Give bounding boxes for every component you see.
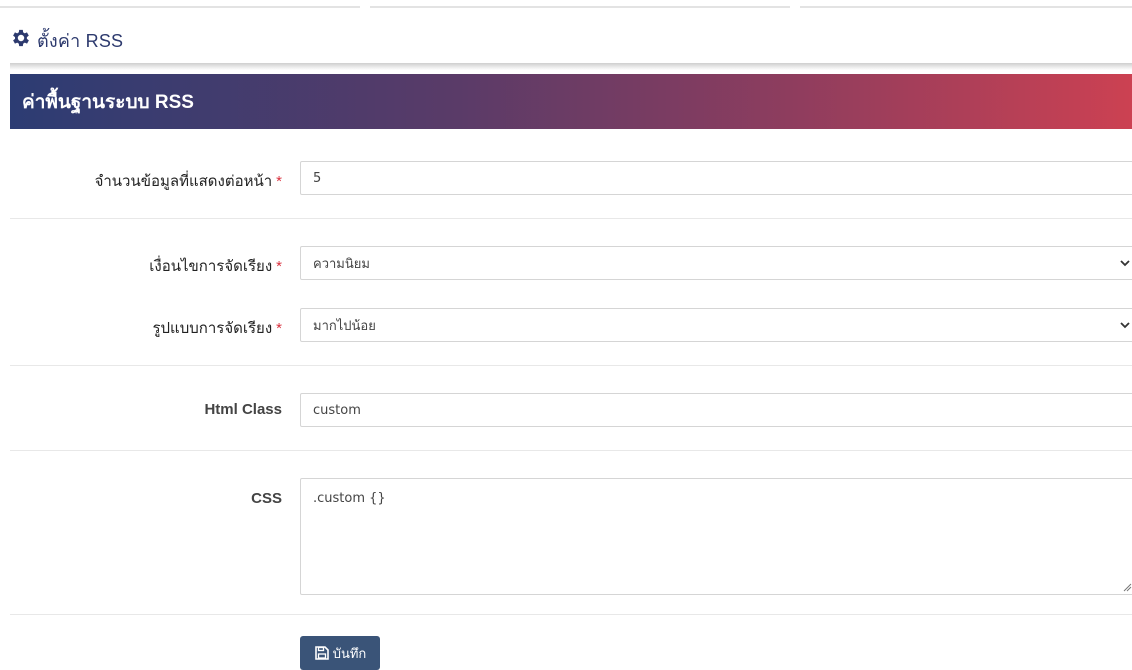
required-mark: * bbox=[276, 173, 282, 190]
css-label: CSS bbox=[251, 490, 282, 507]
required-mark: * bbox=[276, 320, 282, 337]
html-class-input[interactable]: custom bbox=[300, 393, 1132, 427]
resize-handle-icon[interactable] bbox=[1122, 582, 1132, 592]
form-row-html-class: Html Class custom bbox=[10, 393, 1132, 427]
sort-order-label: รูปแบบการจัดเรียง * bbox=[152, 320, 282, 337]
sort-order-select[interactable]: มากไปน้อย bbox=[300, 308, 1132, 342]
divider bbox=[10, 218, 1132, 219]
required-mark: * bbox=[276, 258, 282, 275]
items-per-page-input[interactable]: 5 bbox=[300, 161, 1132, 195]
top-border bbox=[0, 0, 1132, 10]
page-title: ตั้งค่า RSS bbox=[37, 30, 124, 51]
panel-title: ค่าพื้นฐานระบบ RSS bbox=[22, 91, 194, 113]
save-button[interactable]: บันทึก bbox=[300, 636, 380, 670]
form-row-items-per-page: จำนวนข้อมูลที่แสดงต่อหน้า * 5 bbox=[10, 161, 1132, 195]
divider bbox=[10, 614, 1132, 615]
floppy-disk-icon bbox=[314, 646, 329, 660]
html-class-label: Html Class bbox=[204, 401, 282, 418]
form-row-css: CSS .custom {} bbox=[10, 478, 1132, 595]
page-header: ตั้งค่า RSS bbox=[10, 26, 123, 54]
panel-header: ค่าพื้นฐานระบบ RSS bbox=[10, 74, 1132, 129]
divider bbox=[10, 365, 1132, 366]
chevron-down-icon bbox=[1120, 260, 1130, 267]
sort-condition-label: เงื่อนไขการจัดเรียง * bbox=[149, 258, 282, 275]
gear-icon bbox=[10, 27, 37, 54]
form-row-sort-condition: เงื่อนไขการจัดเรียง * ความนิยม bbox=[10, 246, 1132, 280]
items-per-page-label: จำนวนข้อมูลที่แสดงต่อหน้า * bbox=[94, 173, 282, 190]
divider bbox=[10, 450, 1132, 451]
form-row-sort-order: รูปแบบการจัดเรียง * มากไปน้อย bbox=[10, 308, 1132, 342]
css-textarea[interactable]: .custom {} bbox=[300, 478, 1132, 595]
header-shadow bbox=[10, 63, 1132, 70]
chevron-down-icon bbox=[1120, 322, 1130, 329]
sort-condition-select[interactable]: ความนิยม bbox=[300, 246, 1132, 280]
